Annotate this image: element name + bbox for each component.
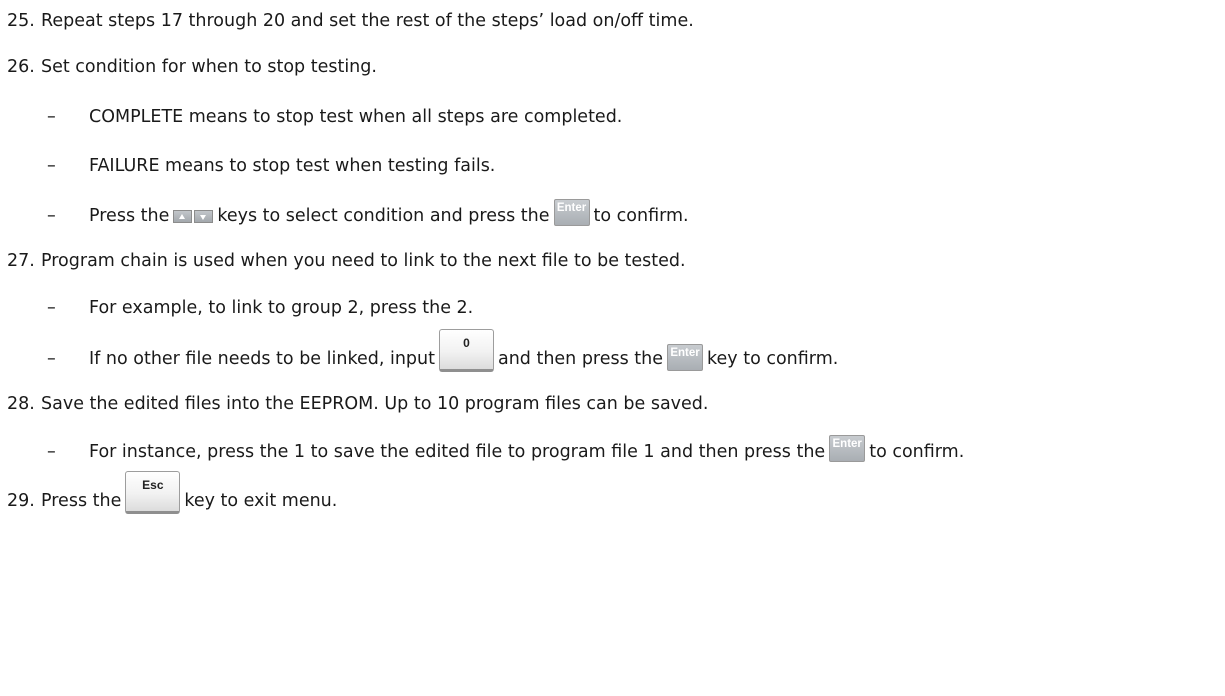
- step-number: 27.: [7, 251, 35, 271]
- arrow-up-icon: [173, 210, 193, 223]
- enter-key-label: Enter: [832, 438, 862, 450]
- arrow-down-icon: [194, 210, 214, 223]
- step-text: Set condition for when to stop testing.: [41, 57, 377, 77]
- enter-key-image: Enter: [553, 199, 590, 226]
- bullet-text-after: to confirm.: [869, 442, 965, 462]
- step-27: 27. Program chain is used when you need …: [0, 250, 686, 272]
- enter-key-image: Enter: [667, 344, 704, 371]
- bullet-text-middle: keys to select condition and press the: [217, 206, 550, 226]
- dash-bullet: –: [47, 206, 56, 226]
- enter-key-image: Enter: [829, 435, 866, 462]
- bullet-no-link: – If no other file needs to be linked, i…: [47, 329, 838, 372]
- zero-key-image: 0: [438, 329, 494, 372]
- enter-key-label: Enter: [556, 202, 587, 214]
- bullet-text-after: key to confirm.: [707, 349, 839, 369]
- dash-bullet: –: [47, 298, 56, 318]
- step-number: 26.: [7, 57, 35, 77]
- up-down-keys-image: [173, 210, 214, 223]
- bullet-press-arrows: – Press the keys to select condition and…: [47, 199, 689, 227]
- bullet-text-after: to confirm.: [593, 206, 689, 226]
- step-29: 29. Press the Esc key to exit menu.: [0, 471, 337, 514]
- dash-bullet: –: [47, 349, 56, 369]
- enter-key-label: Enter: [670, 347, 700, 359]
- zero-key-label: 0: [463, 336, 470, 350]
- esc-key-image: Esc: [125, 471, 181, 514]
- step-text: Program chain is used when you need to l…: [41, 251, 686, 271]
- esc-key-label: Esc: [142, 478, 164, 492]
- bullet-example-group: – For example, to link to group 2, press…: [47, 297, 473, 319]
- step-26: 26. Set condition for when to stop testi…: [0, 56, 377, 78]
- bullet-text: FAILURE means to stop test when testing …: [89, 156, 496, 176]
- bullet-text-before: Press the: [89, 206, 170, 226]
- step-number: 29.: [7, 491, 35, 511]
- bullet-text-middle: and then press the: [497, 349, 664, 369]
- bullet-text: For example, to link to group 2, press t…: [89, 298, 474, 318]
- bullet-text-before: For instance, press the 1 to save the ed…: [89, 442, 826, 462]
- dash-bullet: –: [47, 156, 56, 176]
- bullet-save-file: – For instance, press the 1 to save the …: [47, 435, 964, 463]
- step-28: 28. Save the edited files into the EEPRO…: [0, 393, 708, 415]
- step-text-before: Press the: [41, 491, 122, 511]
- dash-bullet: –: [47, 107, 56, 127]
- step-text-after: key to exit menu.: [184, 491, 338, 511]
- step-text: Repeat steps 17 through 20 and set the r…: [41, 11, 694, 31]
- dash-bullet: –: [47, 442, 56, 462]
- bullet-failure: – FAILURE means to stop test when testin…: [47, 155, 495, 177]
- bullet-text-before: If no other file needs to be linked, inp…: [89, 349, 435, 369]
- step-number: 25.: [7, 11, 35, 31]
- bullet-complete: – COMPLETE means to stop test when all s…: [47, 106, 622, 128]
- step-25: 25. Repeat steps 17 through 20 and set t…: [0, 10, 694, 32]
- step-text: Save the edited files into the EEPROM. U…: [41, 394, 709, 414]
- bullet-text: COMPLETE means to stop test when all ste…: [89, 107, 623, 127]
- step-number: 28.: [7, 394, 35, 414]
